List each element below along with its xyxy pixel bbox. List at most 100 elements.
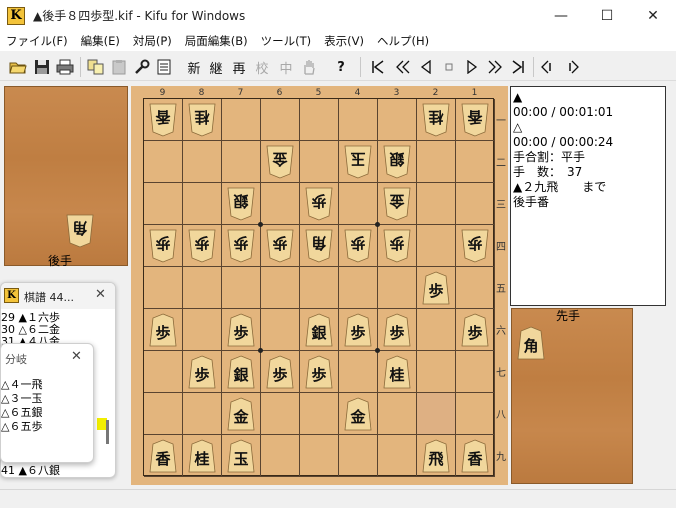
- menu-view[interactable]: 表示(V): [324, 33, 364, 49]
- shogi-piece-sente[interactable]: 金: [227, 397, 255, 431]
- forward-ten-icon[interactable]: [485, 57, 505, 77]
- menu-tools[interactable]: ツール(T): [261, 33, 312, 49]
- shogi-piece-gote[interactable]: 香: [149, 103, 177, 137]
- back-ten-icon[interactable]: [393, 57, 413, 77]
- menu-edit[interactable]: 編集(E): [81, 33, 120, 49]
- kifu-close-icon[interactable]: ✕: [95, 287, 106, 302]
- board-square[interactable]: [300, 141, 339, 183]
- shogi-piece-gote[interactable]: 銀: [227, 187, 255, 221]
- board-square[interactable]: [144, 141, 183, 183]
- interrupt-button[interactable]: 中: [277, 57, 295, 77]
- resume-game-button[interactable]: 再: [230, 57, 248, 77]
- shogi-piece-gote[interactable]: 歩: [188, 229, 216, 263]
- kifu-window-titlebar[interactable]: K 棋譜 44... ✕: [1, 283, 115, 309]
- board-square[interactable]: [378, 435, 417, 477]
- forward-one-icon[interactable]: [463, 57, 481, 77]
- shogi-piece-gote[interactable]: 歩: [305, 187, 333, 221]
- menu-help[interactable]: ヘルプ(H): [377, 33, 429, 49]
- back-one-icon[interactable]: [417, 57, 435, 77]
- board-square[interactable]: [339, 351, 378, 393]
- list-icon[interactable]: [155, 57, 173, 77]
- stop-icon[interactable]: [441, 57, 457, 77]
- shogi-piece-sente[interactable]: 歩: [188, 355, 216, 389]
- branch-window[interactable]: 分岐 ✕ △４一飛 △３一玉 △６五銀 △６五歩: [0, 343, 94, 463]
- board-square[interactable]: [417, 309, 456, 351]
- board-square[interactable]: [183, 183, 222, 225]
- shogi-piece-gote[interactable]: 歩: [149, 229, 177, 263]
- close-button[interactable]: ✕: [630, 0, 676, 31]
- board-square[interactable]: [300, 435, 339, 477]
- prev-branch-icon[interactable]: [538, 57, 558, 77]
- shogi-piece-sente[interactable]: 銀: [227, 355, 255, 389]
- board-square[interactable]: [144, 351, 183, 393]
- print-icon[interactable]: [55, 57, 75, 77]
- board-square[interactable]: [300, 393, 339, 435]
- board-square[interactable]: [222, 141, 261, 183]
- shogi-piece-sente[interactable]: 歩: [305, 355, 333, 389]
- shogi-piece-gote[interactable]: 歩: [383, 229, 411, 263]
- gote-hand-piece[interactable]: 角: [66, 214, 94, 248]
- board-square[interactable]: [339, 435, 378, 477]
- board-square[interactable]: [183, 141, 222, 183]
- shogi-piece-sente[interactable]: 桂: [383, 355, 411, 389]
- shogi-piece-gote[interactable]: 桂: [188, 103, 216, 137]
- board-square[interactable]: [144, 393, 183, 435]
- minimize-button[interactable]: —: [538, 0, 584, 31]
- open-folder-icon[interactable]: [8, 57, 28, 77]
- board-square[interactable]: [144, 267, 183, 309]
- next-branch-icon[interactable]: [562, 57, 582, 77]
- board-square[interactable]: [222, 267, 261, 309]
- title-bar[interactable]: K ▲後手８四歩型.kif - Kifu for Windows — ☐ ✕: [0, 0, 676, 31]
- board-square[interactable]: [222, 99, 261, 141]
- shogi-piece-sente[interactable]: 歩: [461, 313, 489, 347]
- board-square[interactable]: [456, 351, 495, 393]
- branch-close-icon[interactable]: ✕: [71, 349, 82, 364]
- continue-game-button[interactable]: 継: [207, 57, 225, 77]
- menu-game[interactable]: 対局(P): [133, 33, 172, 49]
- first-move-icon[interactable]: [368, 57, 388, 77]
- board-square[interactable]: [456, 393, 495, 435]
- shogi-piece-sente[interactable]: 歩: [344, 313, 372, 347]
- board-square[interactable]: [378, 267, 417, 309]
- board-square[interactable]: [183, 267, 222, 309]
- board-square[interactable]: [456, 141, 495, 183]
- kifu-move-row[interactable]: 29 ▲１六歩: [1, 312, 60, 323]
- last-move-icon[interactable]: [508, 57, 528, 77]
- shogi-piece-sente[interactable]: 金: [344, 397, 372, 431]
- shogi-piece-gote[interactable]: 桂: [422, 103, 450, 137]
- shogi-piece-gote[interactable]: 歩: [266, 229, 294, 263]
- board-square[interactable]: [417, 141, 456, 183]
- shogi-piece-gote[interactable]: 歩: [344, 229, 372, 263]
- board-square[interactable]: [261, 183, 300, 225]
- kifu-move-row[interactable]: 41 ▲６八銀: [1, 465, 60, 476]
- hand-icon[interactable]: [300, 57, 318, 77]
- help-icon[interactable]: ?: [332, 57, 350, 77]
- board-square[interactable]: [183, 309, 222, 351]
- shogi-piece-sente[interactable]: 歩: [383, 313, 411, 347]
- shogi-piece-gote[interactable]: 歩: [227, 229, 255, 263]
- menu-file[interactable]: ファイル(F): [6, 33, 68, 49]
- sente-hand-piece[interactable]: 角: [517, 326, 545, 360]
- shogi-board[interactable]: 香桂桂香金玉銀銀歩金歩歩歩歩角歩歩歩歩歩歩銀歩歩歩歩銀歩歩桂金金香桂玉飛香 98…: [131, 86, 508, 485]
- board-square[interactable]: [300, 99, 339, 141]
- new-game-button[interactable]: 新: [185, 57, 203, 77]
- shogi-piece-sente[interactable]: 香: [149, 439, 177, 473]
- copy-icon[interactable]: [86, 57, 106, 77]
- maximize-button[interactable]: ☐: [584, 0, 630, 31]
- board-square[interactable]: [417, 225, 456, 267]
- proofread-button[interactable]: 校: [253, 57, 271, 77]
- shogi-piece-sente[interactable]: 銀: [305, 313, 333, 347]
- board-square[interactable]: [456, 183, 495, 225]
- shogi-piece-gote[interactable]: 玉: [344, 145, 372, 179]
- board-square[interactable]: [417, 183, 456, 225]
- save-icon[interactable]: [32, 57, 52, 77]
- shogi-piece-gote[interactable]: 金: [383, 187, 411, 221]
- board-square[interactable]: [339, 267, 378, 309]
- board-square[interactable]: [183, 393, 222, 435]
- shogi-piece-gote[interactable]: 角: [305, 229, 333, 263]
- board-square[interactable]: [261, 309, 300, 351]
- board-square[interactable]: [417, 351, 456, 393]
- board-square[interactable]: [378, 393, 417, 435]
- kifu-scrollbar[interactable]: [106, 420, 109, 444]
- shogi-piece-gote[interactable]: 金: [266, 145, 294, 179]
